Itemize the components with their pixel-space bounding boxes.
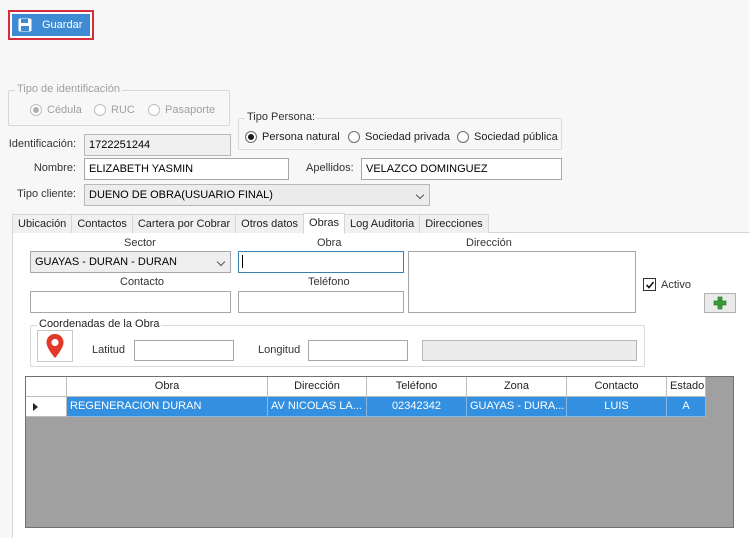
column-header-direccion[interactable]: Dirección xyxy=(268,377,367,397)
add-obra-button[interactable] xyxy=(704,293,736,313)
table-row[interactable]: REGENERACION DURAN AV NICOLAS LA... 0234… xyxy=(26,397,706,417)
obra-input[interactable] xyxy=(238,251,404,273)
longitud-input[interactable] xyxy=(308,340,408,361)
radio-dot xyxy=(348,131,360,143)
activo-label: Activo xyxy=(661,279,691,291)
save-button-highlight: Guardar xyxy=(8,10,94,40)
id-type-title: Tipo de identificación xyxy=(15,83,122,95)
column-header-contacto[interactable]: Contacto xyxy=(567,377,667,397)
coords-title: Coordenadas de la Obra xyxy=(37,318,162,330)
latitud-label: Latitud xyxy=(92,344,126,356)
grid-header-row: Obra Dirección Teléfono Zona Contacto Es… xyxy=(26,377,706,397)
radio-persona-natural[interactable]: Persona natural xyxy=(245,131,340,143)
cell-estado[interactable]: A xyxy=(667,397,706,417)
radio-ruc[interactable]: RUC xyxy=(94,104,135,116)
contacto-input[interactable] xyxy=(30,291,231,313)
cell-direccion[interactable]: AV NICOLAS LA... xyxy=(268,397,367,417)
person-type-title: Tipo Persona: xyxy=(245,111,318,123)
check-icon xyxy=(645,281,655,289)
radio-dot xyxy=(30,104,42,116)
sector-select[interactable]: GUAYAS - DURAN - DURAN xyxy=(30,251,231,273)
column-header-telefono[interactable]: Teléfono xyxy=(367,377,467,397)
cell-telefono[interactable]: 02342342 xyxy=(367,397,467,417)
tab-contactos[interactable]: Contactos xyxy=(71,214,133,233)
cell-obra[interactable]: REGENERACION DURAN xyxy=(67,397,268,417)
tab-otros-datos[interactable]: Otros datos xyxy=(235,214,305,233)
direccion-label: Dirección xyxy=(466,237,512,249)
radio-pasaporte[interactable]: Pasaporte xyxy=(148,104,215,116)
save-button[interactable]: Guardar xyxy=(12,14,90,36)
nombre-label: Nombre: xyxy=(33,162,76,174)
contacto-label: Contacto xyxy=(120,276,165,288)
cell-contacto[interactable]: LUIS xyxy=(567,397,667,417)
longitud-label: Longitud xyxy=(258,344,301,356)
tab-obras[interactable]: Obras xyxy=(303,213,345,234)
sector-value: GUAYAS - DURAN - DURAN xyxy=(35,256,177,268)
chevron-down-icon xyxy=(415,190,425,200)
obras-grid[interactable]: Obra Dirección Teléfono Zona Contacto Es… xyxy=(25,376,734,528)
map-pin-button[interactable] xyxy=(37,330,73,362)
radio-dot xyxy=(245,131,257,143)
telefono-label: Teléfono xyxy=(308,276,350,288)
tipo-cliente-select[interactable]: DUENO DE OBRA(USUARIO FINAL) xyxy=(84,184,430,206)
apellidos-field[interactable]: VELAZCO DOMINGUEZ xyxy=(361,158,562,180)
apellidos-label: Apellidos: xyxy=(306,162,354,174)
obra-label: Obra xyxy=(317,237,342,249)
column-header-zona[interactable]: Zona xyxy=(467,377,567,397)
plus-icon xyxy=(713,296,727,310)
row-indicator-icon xyxy=(33,403,38,411)
map-pin-icon xyxy=(46,334,64,358)
text-caret xyxy=(242,255,243,268)
radio-dot xyxy=(457,131,469,143)
chevron-down-icon xyxy=(216,257,226,267)
row-header[interactable] xyxy=(26,397,67,417)
sector-label: Sector xyxy=(124,237,156,249)
tab-cartera-por-cobrar[interactable]: Cartera por Cobrar xyxy=(131,214,237,233)
cell-zona[interactable]: GUAYAS - DURA... xyxy=(467,397,567,417)
identificacion-field[interactable]: 1722251244 xyxy=(84,134,231,156)
radio-dot xyxy=(148,104,160,116)
identificacion-label: Identificación: xyxy=(8,138,76,150)
radio-cedula[interactable]: Cédula xyxy=(30,104,82,116)
tab-log-auditoria[interactable]: Log Auditoria xyxy=(344,214,421,233)
grid-corner xyxy=(26,377,67,397)
tipo-cliente-value: DUENO DE OBRA(USUARIO FINAL) xyxy=(89,189,273,201)
save-button-label: Guardar xyxy=(42,19,83,31)
save-icon xyxy=(18,18,32,32)
nombre-field[interactable]: ELIZABETH YASMIN xyxy=(84,158,289,180)
column-header-obra[interactable]: Obra xyxy=(67,377,268,397)
telefono-input[interactable] xyxy=(238,291,404,313)
radio-sociedad-publica[interactable]: Sociedad pública xyxy=(457,131,558,143)
activo-checkbox[interactable] xyxy=(643,278,656,291)
tipo-cliente-label: Tipo cliente: xyxy=(17,188,76,200)
tab-ubicacion[interactable]: Ubicación xyxy=(12,214,73,233)
direccion-textarea[interactable] xyxy=(408,251,636,313)
radio-dot xyxy=(94,104,106,116)
coords-readonly-field xyxy=(422,340,637,361)
radio-sociedad-privada[interactable]: Sociedad privada xyxy=(348,131,450,143)
latitud-input[interactable] xyxy=(134,340,234,361)
tab-direcciones[interactable]: Direcciones xyxy=(419,214,489,233)
column-header-estado[interactable]: Estado xyxy=(667,377,706,397)
tab-strip: Ubicación Contactos Cartera por Cobrar O… xyxy=(12,213,489,234)
